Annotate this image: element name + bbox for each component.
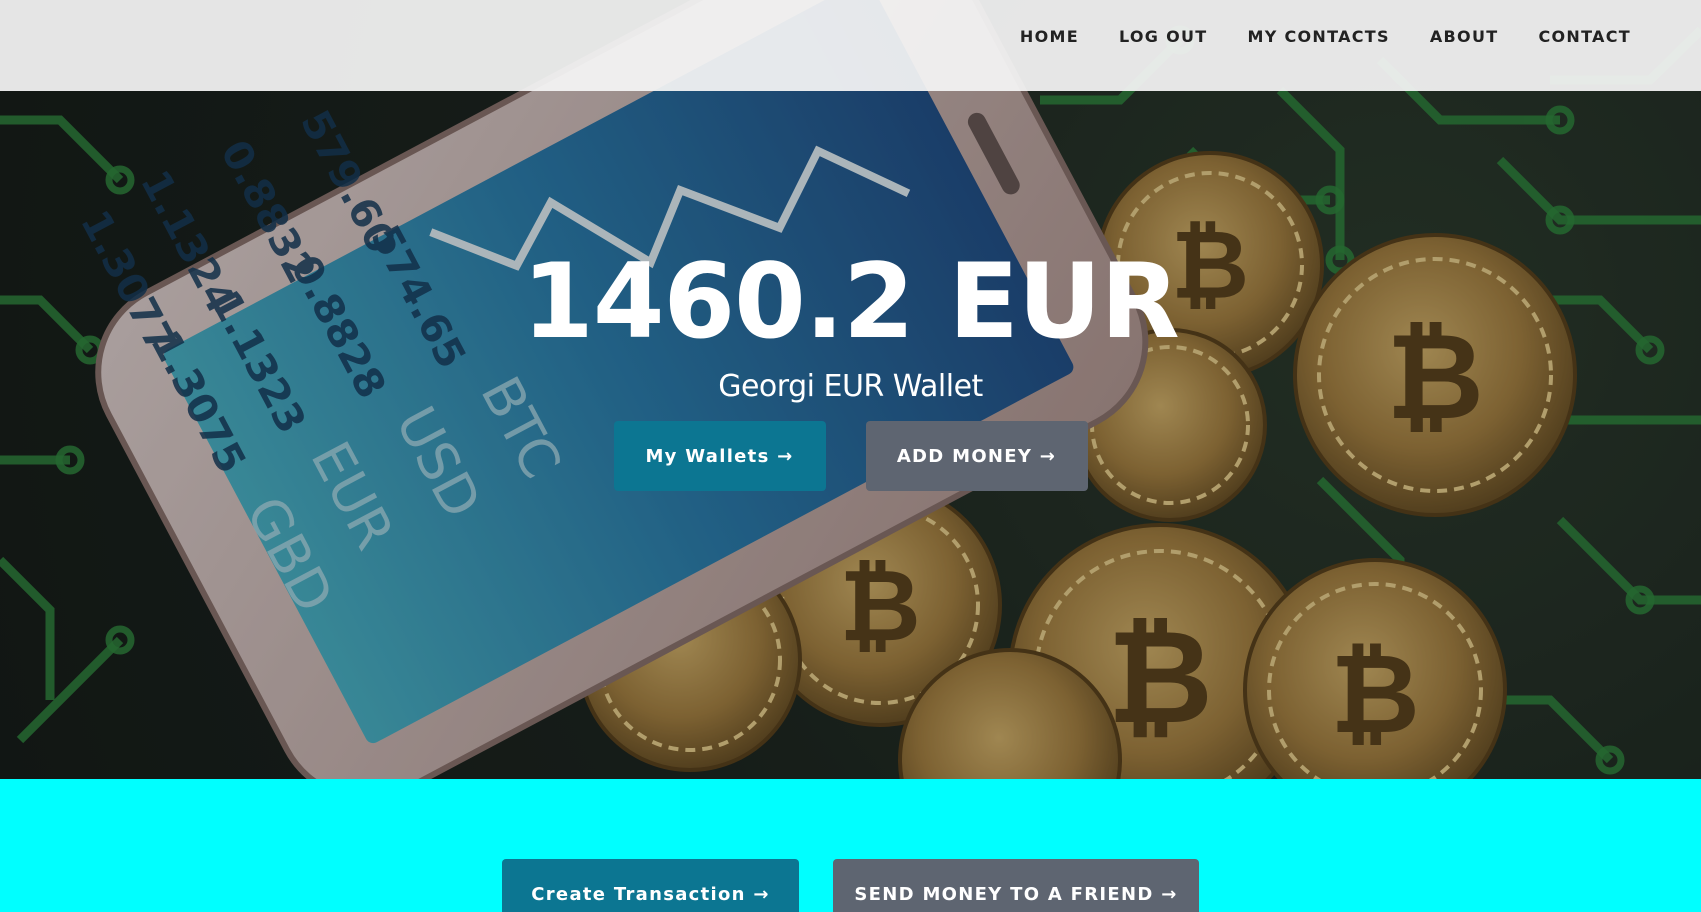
nav-menu: HOME LOG OUT MY CONTACTS ABOUT CONTACT <box>1000 27 1651 47</box>
wallet-name: Georgi EUR Wallet <box>718 369 983 404</box>
nav-my-contacts-link[interactable]: MY CONTACTS <box>1228 27 1410 47</box>
nav-logout-link[interactable]: LOG OUT <box>1099 27 1228 47</box>
nav-home-link[interactable]: HOME <box>1000 27 1099 47</box>
nav-about-link[interactable]: ABOUT <box>1410 27 1519 47</box>
top-navbar: HOME LOG OUT MY CONTACTS ABOUT CONTACT <box>0 0 1701 91</box>
wallet-balance: 1460.2 EUR <box>522 242 1180 362</box>
wallet-action-buttons: My Wallets → ADD MONEY → <box>0 421 1701 491</box>
send-money-to-friend-button[interactable]: SEND MONEY TO A FRIEND → <box>833 859 1199 912</box>
transaction-action-buttons: Create Transaction → SEND MONEY TO A FRI… <box>0 859 1701 912</box>
page: ₿ ₿ ₿ ₿ ₿ 579.60 0.8832 1.1324 1.3077 57… <box>0 0 1701 912</box>
wallet-summary: 1460.2 EUR Georgi EUR Wallet My Wallets … <box>0 246 1701 491</box>
transaction-actions-section: Create Transaction → SEND MONEY TO A FRI… <box>0 779 1701 912</box>
nav-contact-link[interactable]: CONTACT <box>1518 27 1651 47</box>
add-money-button[interactable]: ADD MONEY → <box>865 421 1088 491</box>
create-transaction-button[interactable]: Create Transaction → <box>502 859 799 912</box>
my-wallets-button[interactable]: My Wallets → <box>613 421 826 491</box>
